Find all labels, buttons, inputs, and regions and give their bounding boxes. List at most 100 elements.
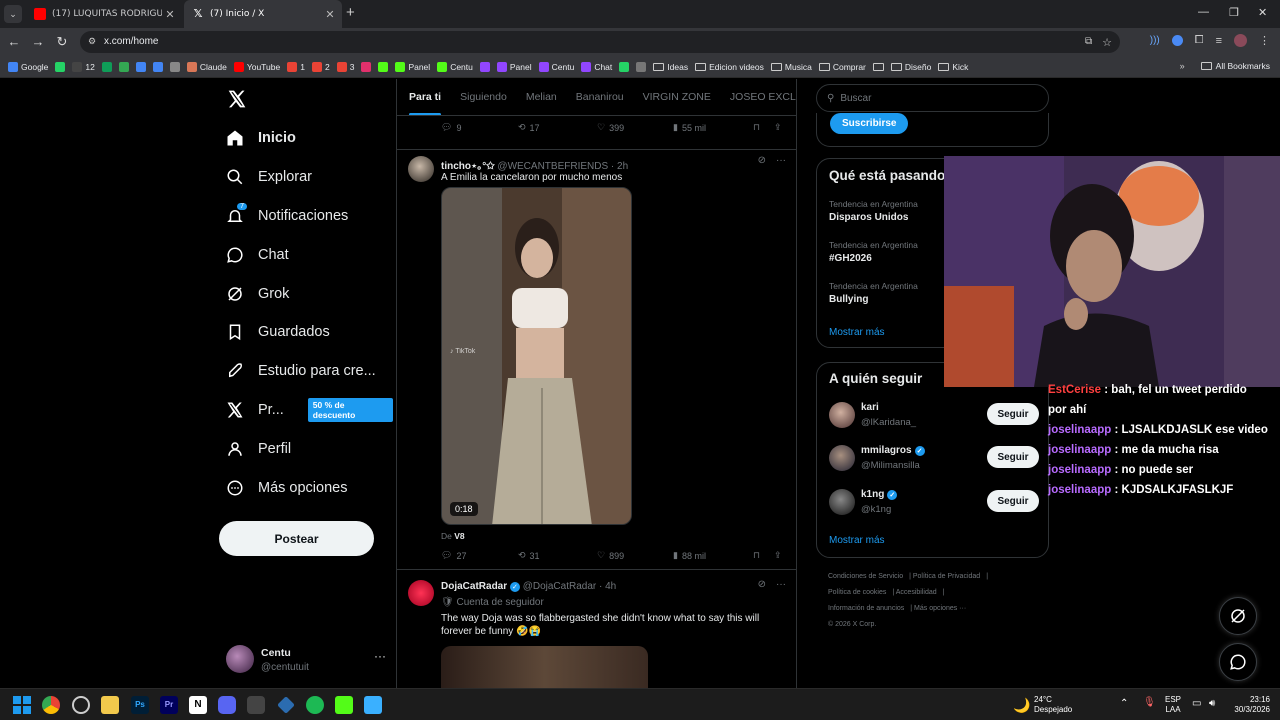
views-action[interactable]: ▮ 55 mil	[673, 122, 706, 133]
tweet-media[interactable]	[441, 646, 648, 688]
back-icon[interactable]: ←	[6, 34, 22, 49]
close-tab-icon[interactable]: ✕	[322, 8, 338, 21]
reply-action[interactable]: 💬︎ 9	[441, 122, 461, 133]
bookmark-item[interactable]	[152, 61, 163, 72]
bookmark-action[interactable]: ⊓	[753, 122, 760, 133]
feed-tab[interactable]: Bananirou	[576, 79, 624, 115]
extensions-puzzle-icon[interactable]: ⧠	[1195, 34, 1204, 47]
tab-search-button[interactable]: ⌄	[4, 5, 22, 23]
footer-link[interactable]: Política de cookies	[828, 589, 886, 596]
nav-item-inicio[interactable]: Inicio	[226, 123, 296, 153]
nav-item-perfil[interactable]: Perfil	[226, 434, 291, 464]
diamond-app-icon[interactable]	[277, 696, 295, 714]
footer-link[interactable]: Accesibilidad	[896, 589, 937, 596]
bookmark-item[interactable]: 2	[311, 61, 330, 72]
share-action[interactable]: ⇪	[774, 550, 782, 561]
trend-item[interactable]: Tendencia en Argentina #GH2026	[829, 240, 918, 264]
reply-action[interactable]: 💬︎ 27	[441, 550, 466, 561]
show-more-trends-link[interactable]: Mostrar más	[829, 327, 885, 338]
subscribe-button[interactable]: Suscribirse	[830, 113, 909, 134]
restore-icon[interactable]: ❐	[1229, 6, 1239, 19]
follow-button[interactable]: Seguir	[987, 490, 1039, 512]
feed-tab[interactable]: Melian	[526, 79, 557, 115]
nav-item-guardados[interactable]: Guardados	[226, 317, 330, 347]
photoshop-icon[interactable]: Ps	[131, 696, 149, 714]
bookmark-item[interactable]: 3	[336, 61, 354, 72]
bookmark-item[interactable]	[361, 61, 372, 72]
post-button[interactable]: Postear	[219, 521, 374, 556]
extension-wave-icon[interactable]: )))	[1150, 35, 1160, 46]
volume-icon[interactable]: 🔊︎	[1209, 699, 1215, 709]
file-explorer-icon[interactable]	[101, 696, 119, 714]
nav-item-notificaciones[interactable]: 7 Notificaciones	[226, 201, 348, 231]
follow-button[interactable]: Seguir	[987, 403, 1039, 425]
messages-fab-button[interactable]	[1219, 643, 1257, 681]
bookmark-item[interactable]	[636, 61, 647, 72]
tray-chevron-icon[interactable]: ⌃	[1120, 699, 1128, 709]
bookmark-folder[interactable]: Comprar	[818, 62, 866, 72]
avatar[interactable]	[408, 580, 434, 606]
forward-icon[interactable]: →	[30, 34, 46, 49]
close-tab-icon[interactable]: ✕	[162, 8, 178, 21]
views-action[interactable]: ▮ 88 mil	[673, 550, 706, 561]
trend-item[interactable]: Tendencia en Argentina Disparos Unidos	[829, 199, 918, 223]
nav-item-grok[interactable]: Grok	[226, 279, 289, 309]
feed-tab[interactable]: Siguiendo	[460, 79, 507, 115]
bookmark-item[interactable]	[169, 61, 180, 72]
reading-list-icon[interactable]: ≡	[1216, 35, 1222, 47]
grok-icon[interactable]: ⊘	[758, 579, 766, 590]
nav-item-más-opciones[interactable]: Más opciones	[226, 473, 347, 503]
bookmark-item[interactable]: YouTube	[233, 61, 280, 72]
reload-icon[interactable]: ↻	[54, 34, 70, 50]
follow-suggestion[interactable]: k1ng ✓ @k1ng Seguir	[829, 487, 1039, 521]
feed-tab[interactable]: JOSEO EXCL	[730, 79, 796, 115]
like-action[interactable]: ♡ 899	[597, 550, 624, 561]
app-taskbar-icon[interactable]	[247, 696, 265, 714]
windows-start-icon[interactable]	[13, 696, 31, 714]
bookmark-folder[interactable]: Edicion videos	[695, 62, 764, 72]
bookmark-item[interactable]: Claude	[186, 61, 227, 72]
minimize-icon[interactable]: —	[1198, 6, 1209, 18]
browser-tab-x[interactable]: 𝕏 (7) Inicio / X ✕	[184, 0, 342, 28]
account-switcher[interactable]: Centu @centutuit ···	[226, 641, 386, 677]
bookmark-item[interactable]	[479, 61, 490, 72]
bookmark-item[interactable]	[118, 61, 129, 72]
notes-icon[interactable]	[364, 696, 382, 714]
address-bar[interactable]: ⚙ x.com/home ⧉ ☆	[80, 31, 1120, 53]
nav-item-estudio-para-cre[interactable]: Estudio para cre...	[226, 356, 376, 386]
author-handle[interactable]: @DojaCatRadar	[523, 581, 597, 592]
weather-widget[interactable]: 24°C Despejado	[1034, 695, 1072, 715]
bookmark-item[interactable]: Panel	[496, 61, 532, 72]
bookmark-folder[interactable]: Musica	[770, 62, 812, 72]
repost-action[interactable]: ⟲ 17	[518, 122, 540, 133]
author-name[interactable]: DojaCatRadar	[441, 581, 507, 592]
spotify-icon[interactable]	[306, 696, 324, 714]
bookmark-item[interactable]	[101, 61, 112, 72]
feed-tab[interactable]: Para ti	[409, 79, 442, 115]
notion-icon[interactable]: N	[189, 696, 207, 714]
tweet-time[interactable]: · 4h	[599, 581, 616, 592]
nav-item-pr[interactable]: Pr... 50 % de descuento	[226, 395, 393, 425]
extension-blue-icon[interactable]	[1171, 35, 1183, 46]
bookmark-item[interactable]: Panel	[395, 61, 430, 72]
bookmark-folder[interactable]	[872, 62, 884, 71]
share-action[interactable]: ⇪	[774, 122, 782, 133]
tweet-video[interactable]: ♪ TikTok 0:18	[441, 187, 632, 525]
grok-fab-button[interactable]	[1219, 597, 1257, 635]
bookmark-item[interactable]	[619, 61, 630, 72]
bookmark-item[interactable]: 12	[72, 61, 95, 72]
tweet[interactable]: DojaCatRadar ✓ @DojaCatRadar · 4h ⊘ ··· …	[397, 570, 796, 688]
bookmark-item[interactable]	[55, 61, 66, 72]
nav-item-chat[interactable]: Chat	[226, 240, 289, 270]
avatar[interactable]	[408, 156, 434, 182]
all-bookmarks-button[interactable]: » All Bookmarks	[1179, 61, 1270, 71]
bookmark-item[interactable]: Chat	[581, 61, 612, 72]
avatar[interactable]	[829, 489, 855, 515]
video-source[interactable]: De V8	[441, 530, 781, 543]
bookmark-item[interactable]: 1	[287, 61, 305, 72]
bookmark-folder[interactable]: Kick	[938, 62, 968, 72]
language-indicator[interactable]: ESP LAA	[1165, 695, 1181, 715]
bookmark-item[interactable]: Centu	[437, 61, 473, 72]
bookmark-folder[interactable]: Ideas	[653, 62, 688, 72]
bookmark-item[interactable]	[135, 61, 146, 72]
